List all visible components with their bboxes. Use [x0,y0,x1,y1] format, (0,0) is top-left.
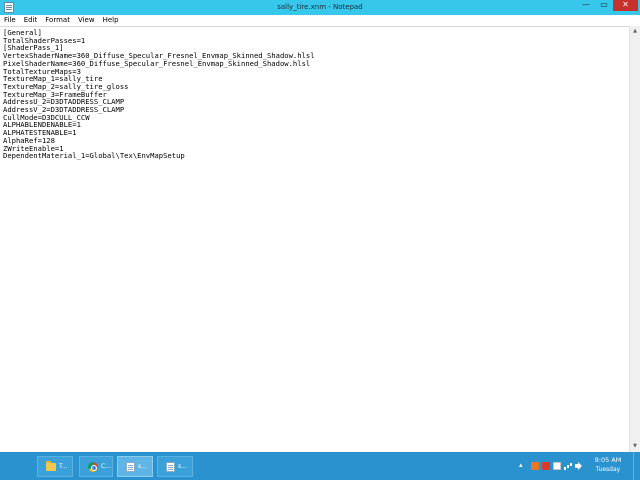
taskbar-button-notepad-1[interactable]: s... [117,456,153,477]
tray-flag-icon[interactable] [553,462,561,470]
notepad-icon [166,461,175,472]
minimize-button[interactable]: — [577,0,595,11]
clock-time: 9:05 AM [594,456,622,464]
network-icon[interactable] [564,462,572,470]
text-editor[interactable]: [General] TotalShaderPasses=1 [ShaderPas… [0,26,629,452]
notepad-icon [126,461,135,472]
scroll-up-icon[interactable]: ▲ [630,26,640,37]
taskbar: T... C... s... s... ▴ 9:05 AM Tuesday [0,452,640,480]
scroll-down-icon[interactable]: ▼ [630,441,640,452]
chrome-icon [88,461,98,472]
clock-day: Tuesday [595,466,621,473]
menu-view[interactable]: View [74,15,99,26]
taskbar-button-label: s... [178,463,187,470]
maximize-button[interactable]: ▭ [595,0,613,11]
tray-app-icon[interactable] [531,462,539,470]
taskbar-button-label: T... [59,463,68,470]
menu-edit[interactable]: Edit [20,15,42,26]
show-hidden-icons-button[interactable]: ▴ [519,461,523,469]
tray-pdf-icon[interactable] [542,462,550,470]
show-desktop-button[interactable] [633,452,640,480]
vertical-scrollbar[interactable]: ▲ ▼ [629,26,640,452]
menu-format[interactable]: Format [41,15,74,26]
menu-help[interactable]: Help [99,15,123,26]
taskbar-button-notepad-2[interactable]: s... [157,456,193,477]
menu-bar: File Edit Format View Help [0,15,640,26]
taskbar-button-chrome[interactable]: C... [79,456,113,477]
title-bar[interactable]: sally_tire.xnm - Notepad — ▭ ✕ [0,0,640,15]
window-title: sally_tire.xnm - Notepad [277,3,363,11]
taskbar-button-label: s... [138,463,147,470]
menu-file[interactable]: File [0,15,20,26]
editor-content[interactable]: [General] TotalShaderPasses=1 [ShaderPas… [3,29,623,160]
taskbar-button-label: C... [101,463,111,470]
volume-icon[interactable] [575,462,583,470]
system-clock[interactable]: 9:05 AM Tuesday [588,456,628,474]
close-button[interactable]: ✕ [613,0,638,11]
taskbar-button-explorer[interactable]: T... [37,456,73,477]
folder-icon [46,460,56,471]
